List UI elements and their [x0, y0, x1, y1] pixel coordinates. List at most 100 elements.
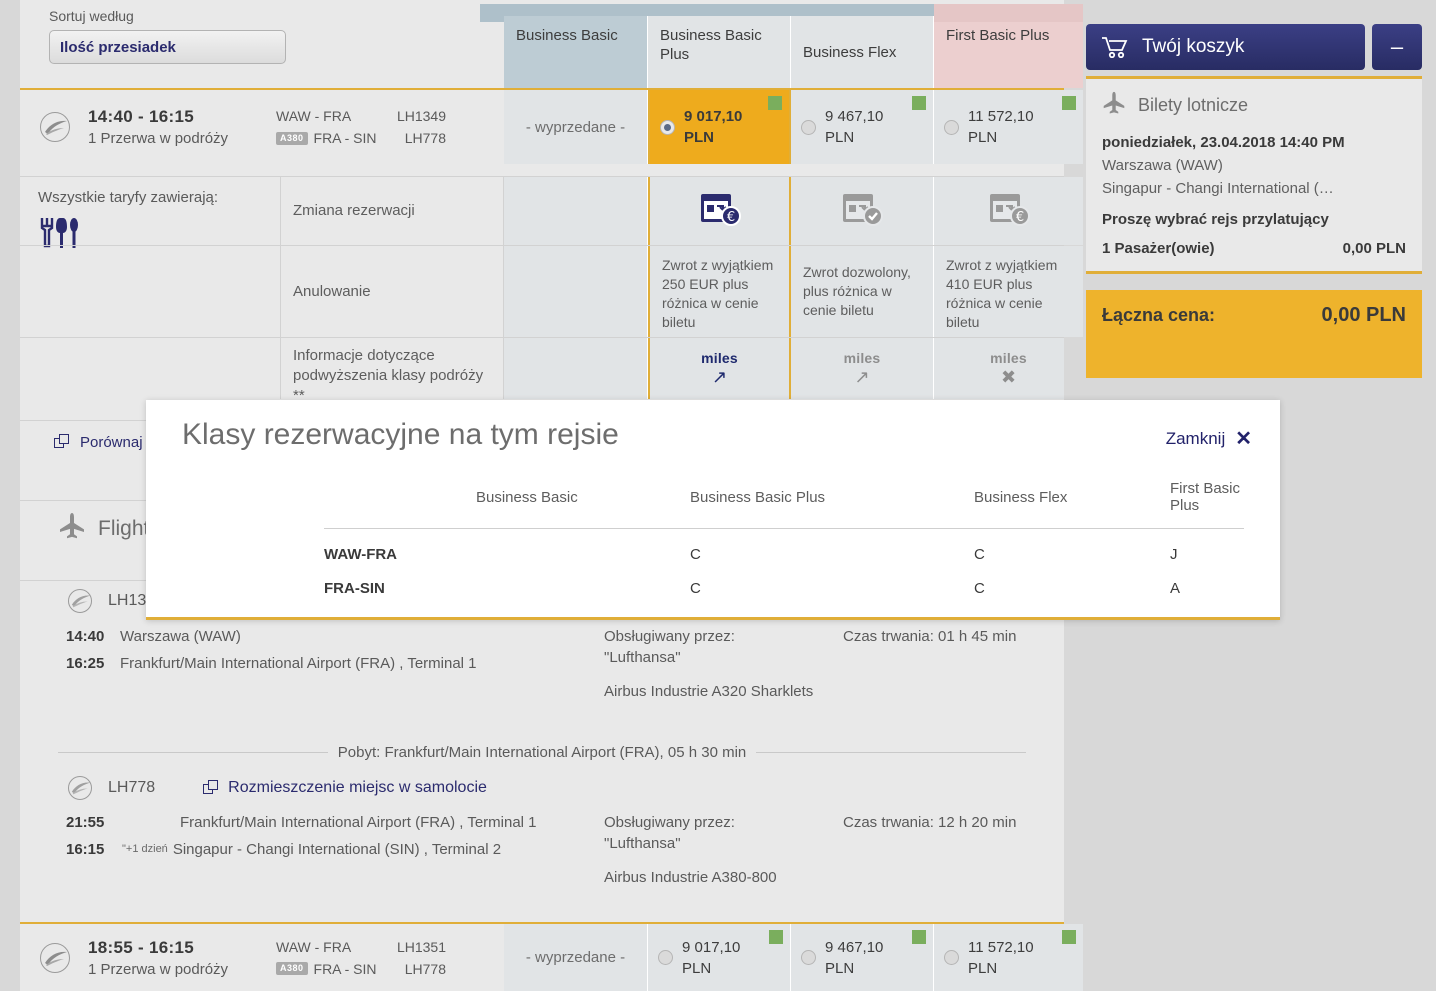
fare-radio[interactable] [801, 119, 816, 135]
fare-price: 9 017,10 PLN [684, 108, 743, 146]
cart-icon [1102, 36, 1128, 58]
flight-summary[interactable]: 14:40 - 16:15 1 Przerwa w podróży WAW - … [20, 90, 504, 164]
matrix-row-cancellation: Anulowanie Zwrot z wyjątkiem 250 EUR plu… [20, 245, 1083, 337]
matrix-cell [791, 177, 934, 245]
class-cell [476, 529, 690, 564]
operated-by-label: Obsługiwany przez: [604, 814, 735, 831]
fare-price: 11 572,10 PLN [968, 938, 1034, 977]
fare-radio[interactable] [660, 119, 675, 135]
column-header-business-basic-plus: Business Basic Plus [690, 488, 826, 506]
segment-route: WAW - FRA [276, 938, 352, 955]
matrix-cell [504, 177, 648, 245]
aircraft-badge: A380 [276, 131, 308, 145]
cart-section-label: Bilety lotnicze [1138, 95, 1249, 115]
segment-flight-number: LH1349 [396, 108, 446, 124]
fare-header-business-basic[interactable]: Business Basic [504, 16, 648, 88]
class-cell: J [1170, 546, 1178, 563]
aircraft-type: Airbus Industrie A380-800 [604, 869, 777, 886]
total-value: 0,00 PLN [1321, 304, 1406, 326]
segment-route-wrap: A380 FRA - SIN [276, 961, 384, 977]
fare-cell-business-flex[interactable]: 9 467,10 PLN [791, 90, 934, 164]
class-cell: C [690, 546, 701, 563]
modal-close-button[interactable]: Zamknij ✕ [1166, 426, 1252, 451]
calendar-euro-icon: € [988, 190, 1030, 233]
fare-radio[interactable] [801, 950, 816, 965]
cart-note: Proszę wybrać rejs przylatujący [1102, 211, 1329, 228]
fare-cell-first-basic-plus[interactable]: 11 572,10 PLN [934, 924, 1083, 991]
fare-cell-business-basic: - wyprzedane - [504, 924, 648, 991]
arrival-place: Frankfurt/Main International Airport (FR… [120, 655, 477, 672]
fare-radio[interactable] [944, 950, 959, 965]
matrix-cell[interactable]: miles ↗ [648, 338, 791, 399]
table-header-row: Business Basic Business Basic Plus Busin… [324, 480, 1244, 529]
table-row: WAW-FRA C C J [324, 529, 1244, 564]
segment-schedule: 21:55 Frankfurt/Main International Airpo… [66, 812, 606, 866]
fare-cell-business-basic-plus[interactable]: 9 017,10 PLN [648, 924, 791, 991]
cart-total: Łączna cena: 0,00 PLN [1086, 290, 1422, 378]
flight-stops: 1 Przerwa w podróży [88, 130, 229, 147]
segment-route: FRA - SIN [313, 130, 377, 146]
class-cell: C [974, 546, 985, 563]
arrival-time: 16:15 [66, 841, 105, 858]
cart-header: Twój koszyk – [1086, 24, 1422, 70]
plane-icon [1102, 91, 1126, 120]
segment-details: 14:40 Warszawa (WAW) 16:25 Frankfurt/Mai… [20, 626, 1064, 736]
segment-flight-number: LH778 [404, 960, 446, 977]
segment-route-wrap: A380 FRA - SIN [276, 130, 384, 146]
arrow-up-right-icon: ↗ [854, 367, 870, 387]
flight-summary[interactable]: 18:55 - 16:15 1 Przerwa w podróży WAW - … [20, 924, 504, 991]
segment-operator: Obsługiwany przez: "Lufthansa" Airbus In… [604, 626, 834, 702]
cart-toggle-button[interactable]: Twój koszyk [1086, 24, 1365, 70]
matrix-cell: € [648, 177, 791, 245]
cart-section-title: Bilety lotnicze [1102, 91, 1406, 120]
class-cell [476, 563, 690, 597]
fare-cell-business-flex[interactable]: 9 467,10 PLN [791, 924, 934, 991]
availability-indicator [1062, 96, 1076, 110]
fare-header-business-flex[interactable]: Business Flex [791, 16, 934, 88]
next-day-indicator: "+1 dzień [122, 843, 168, 855]
column-header-business-flex: Business Flex [974, 488, 1068, 506]
cart-body: Bilety lotnicze poniedziałek, 23.04.2018… [1086, 76, 1422, 274]
fare-cell-business-basic: - wyprzedane - [504, 90, 648, 164]
sold-out-label: - wyprzedane - [525, 118, 626, 136]
matrix-row-label: Anulowanie [280, 246, 504, 337]
flight-times: 18:55 - 16:15 1 Przerwa w podróży [88, 938, 276, 978]
calendar-check-icon [841, 190, 883, 233]
cart-panel: Twój koszyk – Bilety lotnicze poniedział… [1086, 24, 1422, 378]
seat-map-link[interactable]: Rozmieszczenie miejsc w samolocie [203, 779, 487, 797]
flight-option-row: 14:40 - 16:15 1 Przerwa w podróży WAW - … [20, 90, 1083, 164]
fare-header-first-basic-plus[interactable]: First Basic Plus [934, 16, 1083, 88]
arrival-place: Singapur - Changi International (SIN) , … [172, 841, 502, 858]
flight-routes: WAW - FRA LH1349 A380 FRA - SIN LH778 [276, 105, 476, 149]
fare-radio[interactable] [944, 119, 959, 135]
arrow-up-right-icon: ↗ [711, 367, 728, 387]
sort-select[interactable]: Ilość przesiadek [49, 30, 286, 64]
fare-radio[interactable] [658, 950, 673, 965]
fare-header-label: Business Basic Plus [660, 27, 762, 63]
fare-header-business-basic-plus[interactable]: Business Basic Plus [648, 16, 791, 88]
lufthansa-logo-icon [40, 942, 70, 973]
booking-classes-modal: Klasy rezerwacyjne na tym rejsie Zamknij… [146, 400, 1280, 620]
flight-times: 14:40 - 16:15 1 Przerwa w podróży [88, 107, 276, 147]
matrix-cell [504, 338, 648, 399]
flight-option-row: 18:55 - 16:15 1 Przerwa w podróży WAW - … [20, 924, 1083, 991]
fare-cell-business-basic-plus[interactable]: 9 017,10 PLN [648, 90, 791, 164]
compare-icon [54, 434, 71, 451]
fare-cell-first-basic-plus[interactable]: 11 572,10 PLN [934, 90, 1083, 164]
matrix-cell[interactable]: miles ↗ [791, 338, 934, 399]
segment-route: FRA - SIN [313, 960, 377, 977]
cart-destination: Singapur - Changi International (… [1102, 180, 1334, 197]
svg-text:€: € [1015, 210, 1023, 225]
lufthansa-logo-icon [68, 776, 92, 800]
matrix-cell: Zwrot z wyjątkiem 410 EUR plus różnica w… [934, 246, 1083, 337]
cart-minimize-button[interactable]: – [1372, 24, 1422, 70]
first-section-band [934, 4, 1083, 22]
layover-label: Pobyt: Frankfurt/Main International Airp… [337, 743, 747, 761]
cart-passengers: 1 Pasażer(owie) 0,00 PLN [1102, 240, 1406, 257]
departure-place: Warszawa (WAW) [120, 628, 241, 645]
fare-price: 9 467,10 PLN [825, 938, 884, 977]
column-header-business-basic: Business Basic [476, 488, 578, 506]
sort-select-value: Ilość przesiadek [60, 38, 176, 56]
